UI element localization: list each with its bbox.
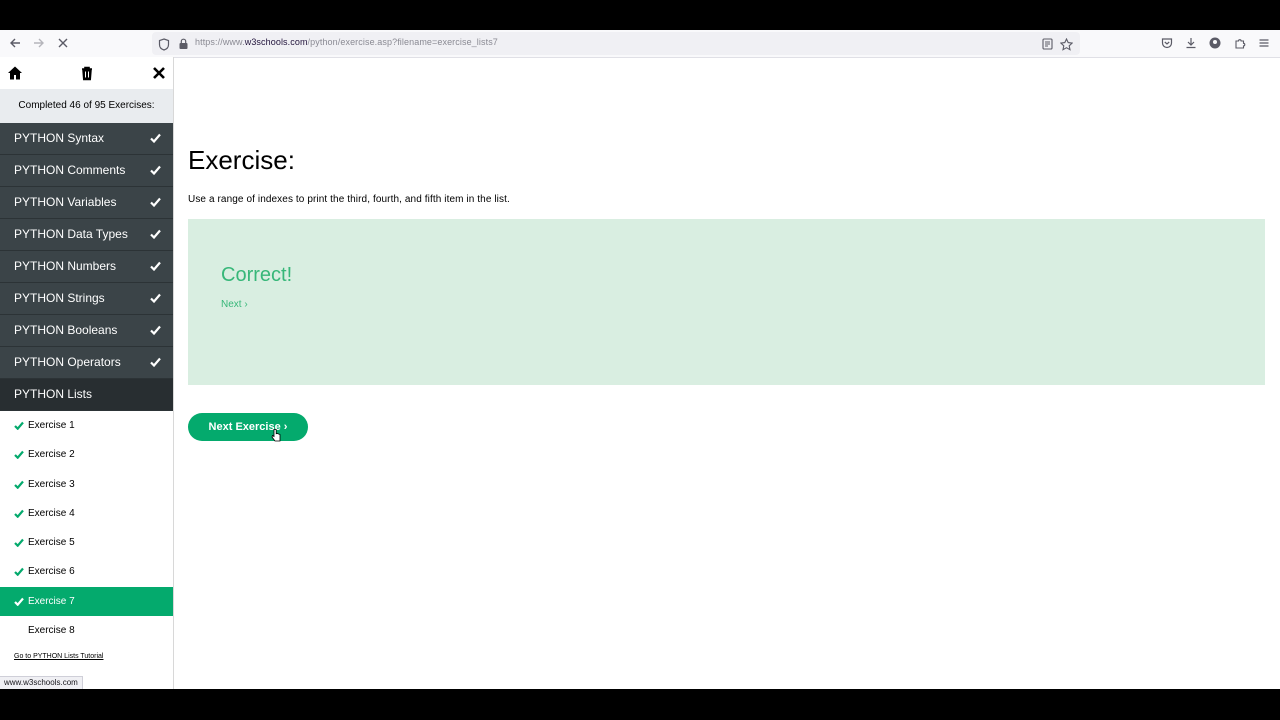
topic-item-lists[interactable]: PYTHON Lists xyxy=(0,379,173,411)
exercise-description: Use a range of indexes to print the thir… xyxy=(188,194,510,205)
exercise-label: Exercise 4 xyxy=(28,507,75,519)
sidebar-toolbar xyxy=(0,57,173,89)
topic-item-numbers[interactable]: PYTHON Numbers xyxy=(0,251,173,283)
trash-icon[interactable] xyxy=(79,65,95,81)
extensions-icon[interactable] xyxy=(1231,34,1249,52)
back-arrow-icon[interactable] xyxy=(6,34,24,52)
exercise-item-8[interactable]: Exercise 8 xyxy=(0,616,173,645)
checkmark-icon xyxy=(150,229,161,239)
url-text[interactable]: https://www.w3schools.com/python/exercis… xyxy=(195,37,498,47)
topic-item-comments[interactable]: PYTHON Comments xyxy=(0,155,173,187)
topic-item-data-types[interactable]: PYTHON Data Types xyxy=(0,219,173,251)
checkmark-icon xyxy=(150,325,161,335)
exercise-list: Exercise 1 Exercise 2 Exercise 3 Exercis… xyxy=(0,411,173,645)
pocket-icon[interactable] xyxy=(1158,34,1176,52)
page-title: Exercise: xyxy=(188,145,295,175)
lock-icon[interactable] xyxy=(174,35,192,53)
checkmark-icon xyxy=(14,568,24,577)
hand-cursor-icon xyxy=(271,429,281,442)
topic-label: PYTHON Variables xyxy=(14,195,117,209)
reader-view-icon[interactable] xyxy=(1038,35,1056,53)
browser-window: https://www.w3schools.com/python/exercis… xyxy=(0,30,1280,689)
status-bar: www.w3schools.com xyxy=(0,676,83,689)
topic-label: PYTHON Strings xyxy=(14,291,105,305)
next-link[interactable]: Next › xyxy=(221,299,248,310)
exercise-label: Exercise 5 xyxy=(28,537,75,549)
forward-arrow-icon[interactable] xyxy=(30,34,48,52)
topic-item-variables[interactable]: PYTHON Variables xyxy=(0,187,173,219)
checkmark-icon xyxy=(150,197,161,207)
exercise-label: Exercise 3 xyxy=(28,478,75,490)
checkmark-icon xyxy=(150,261,161,271)
topic-item-operators[interactable]: PYTHON Operators xyxy=(0,347,173,379)
exercise-item-2[interactable]: Exercise 2 xyxy=(0,440,173,469)
checkmark-icon xyxy=(14,451,24,460)
result-panel: Correct! Next › xyxy=(188,219,1265,385)
close-icon[interactable] xyxy=(151,65,167,81)
topic-label: PYTHON Syntax xyxy=(14,131,105,145)
topic-label: PYTHON Lists xyxy=(14,387,93,401)
exercise-label: Exercise 2 xyxy=(28,449,75,461)
topic-item-booleans[interactable]: PYTHON Booleans xyxy=(0,315,173,347)
download-icon[interactable] xyxy=(1182,34,1200,52)
main-content: Exercise: Use a range of indexes to prin… xyxy=(188,57,1265,689)
home-icon[interactable] xyxy=(7,65,23,81)
next-exercise-button[interactable]: Next Exercise › xyxy=(188,413,308,441)
checkmark-icon xyxy=(150,133,161,143)
exercise-item-5[interactable]: Exercise 5 xyxy=(0,528,173,557)
tutorial-link[interactable]: Go to PYTHON Lists Tutorial xyxy=(14,653,103,660)
topic-item-strings[interactable]: PYTHON Strings xyxy=(0,283,173,315)
exercise-sidebar: Completed 46 of 95 Exercises: PYTHON Syn… xyxy=(0,57,174,689)
topic-item-syntax[interactable]: PYTHON Syntax xyxy=(0,123,173,155)
browser-toolbar: https://www.w3schools.com/python/exercis… xyxy=(0,30,1280,58)
exercise-label: Exercise 7 xyxy=(28,595,75,607)
topic-label: PYTHON Booleans xyxy=(14,323,118,337)
result-title: Correct! xyxy=(221,264,293,286)
topic-label: PYTHON Numbers xyxy=(14,259,117,273)
topic-label: PYTHON Data Types xyxy=(14,227,128,241)
menu-icon[interactable] xyxy=(1255,34,1273,52)
checkmark-icon xyxy=(150,357,161,367)
account-icon[interactable] xyxy=(1206,34,1224,52)
url-bar[interactable]: https://www.w3schools.com/python/exercis… xyxy=(152,32,1080,55)
checkmark-icon xyxy=(14,509,24,518)
exercise-item-4[interactable]: Exercise 4 xyxy=(0,499,173,528)
exercise-label: Exercise 1 xyxy=(28,420,75,431)
stop-icon[interactable] xyxy=(54,34,72,52)
topic-label: PYTHON Comments xyxy=(14,163,126,177)
shield-icon[interactable] xyxy=(155,35,173,53)
checkmark-icon xyxy=(14,480,24,489)
checkmark-icon xyxy=(14,538,24,548)
exercise-item-3[interactable]: Exercise 3 xyxy=(0,470,173,499)
bookmark-star-icon[interactable] xyxy=(1057,35,1075,53)
checkmark-icon xyxy=(150,293,161,303)
checkmark-icon xyxy=(14,421,24,430)
topic-list: PYTHON Syntax PYTHON Comments PYTHON Var… xyxy=(0,123,173,411)
exercise-item-6[interactable]: Exercise 6 xyxy=(0,557,173,586)
exercise-label: Exercise 6 xyxy=(28,566,75,578)
checkmark-icon xyxy=(14,597,24,606)
topic-label: PYTHON Operators xyxy=(14,355,121,369)
exercise-item-1[interactable]: Exercise 1 xyxy=(0,411,173,440)
checkmark-icon xyxy=(150,165,161,175)
exercise-item-7[interactable]: Exercise 7 xyxy=(0,586,173,617)
completed-count: Completed 46 of 95 Exercises: xyxy=(0,89,173,123)
exercise-label: Exercise 8 xyxy=(28,625,75,637)
